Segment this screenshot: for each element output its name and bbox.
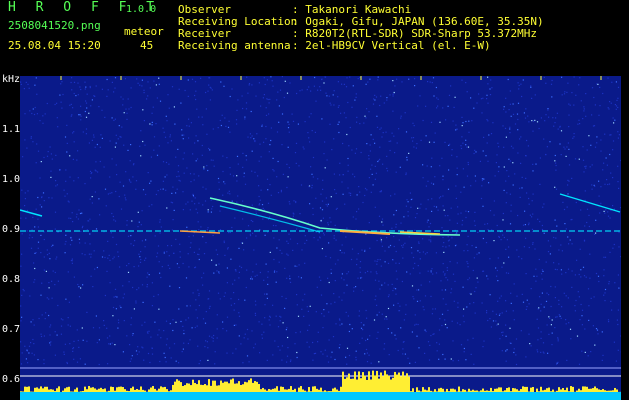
file-name: 2508041520.png [8,19,101,32]
detection-label: meteor [124,25,164,38]
app-version: 1.0.0 [126,4,157,15]
y-tick-0.6: 0.6 [2,374,21,385]
spectrogram-window: H R O F F T 1.0.0 2508041520.png 25.08.0… [0,0,629,400]
timestamp: 25.08.04 15:20 [8,39,101,52]
y-axis-unit: kHz [2,74,21,85]
spectrogram-plot [20,76,621,400]
detection-count: 45 [140,39,154,52]
y-tick-1.1: 1.1 [2,124,21,135]
info-value-antenna: : 2el-HB9CV Vertical (el. E-W) [292,39,491,52]
info-key-antenna: Receiving antenna [178,39,291,52]
y-tick-0.8: 0.8 [2,274,21,285]
y-tick-1.0: 1.0 [2,174,21,185]
y-tick-0.7: 0.7 [2,324,21,335]
y-tick-0.9: 0.9 [2,224,21,235]
